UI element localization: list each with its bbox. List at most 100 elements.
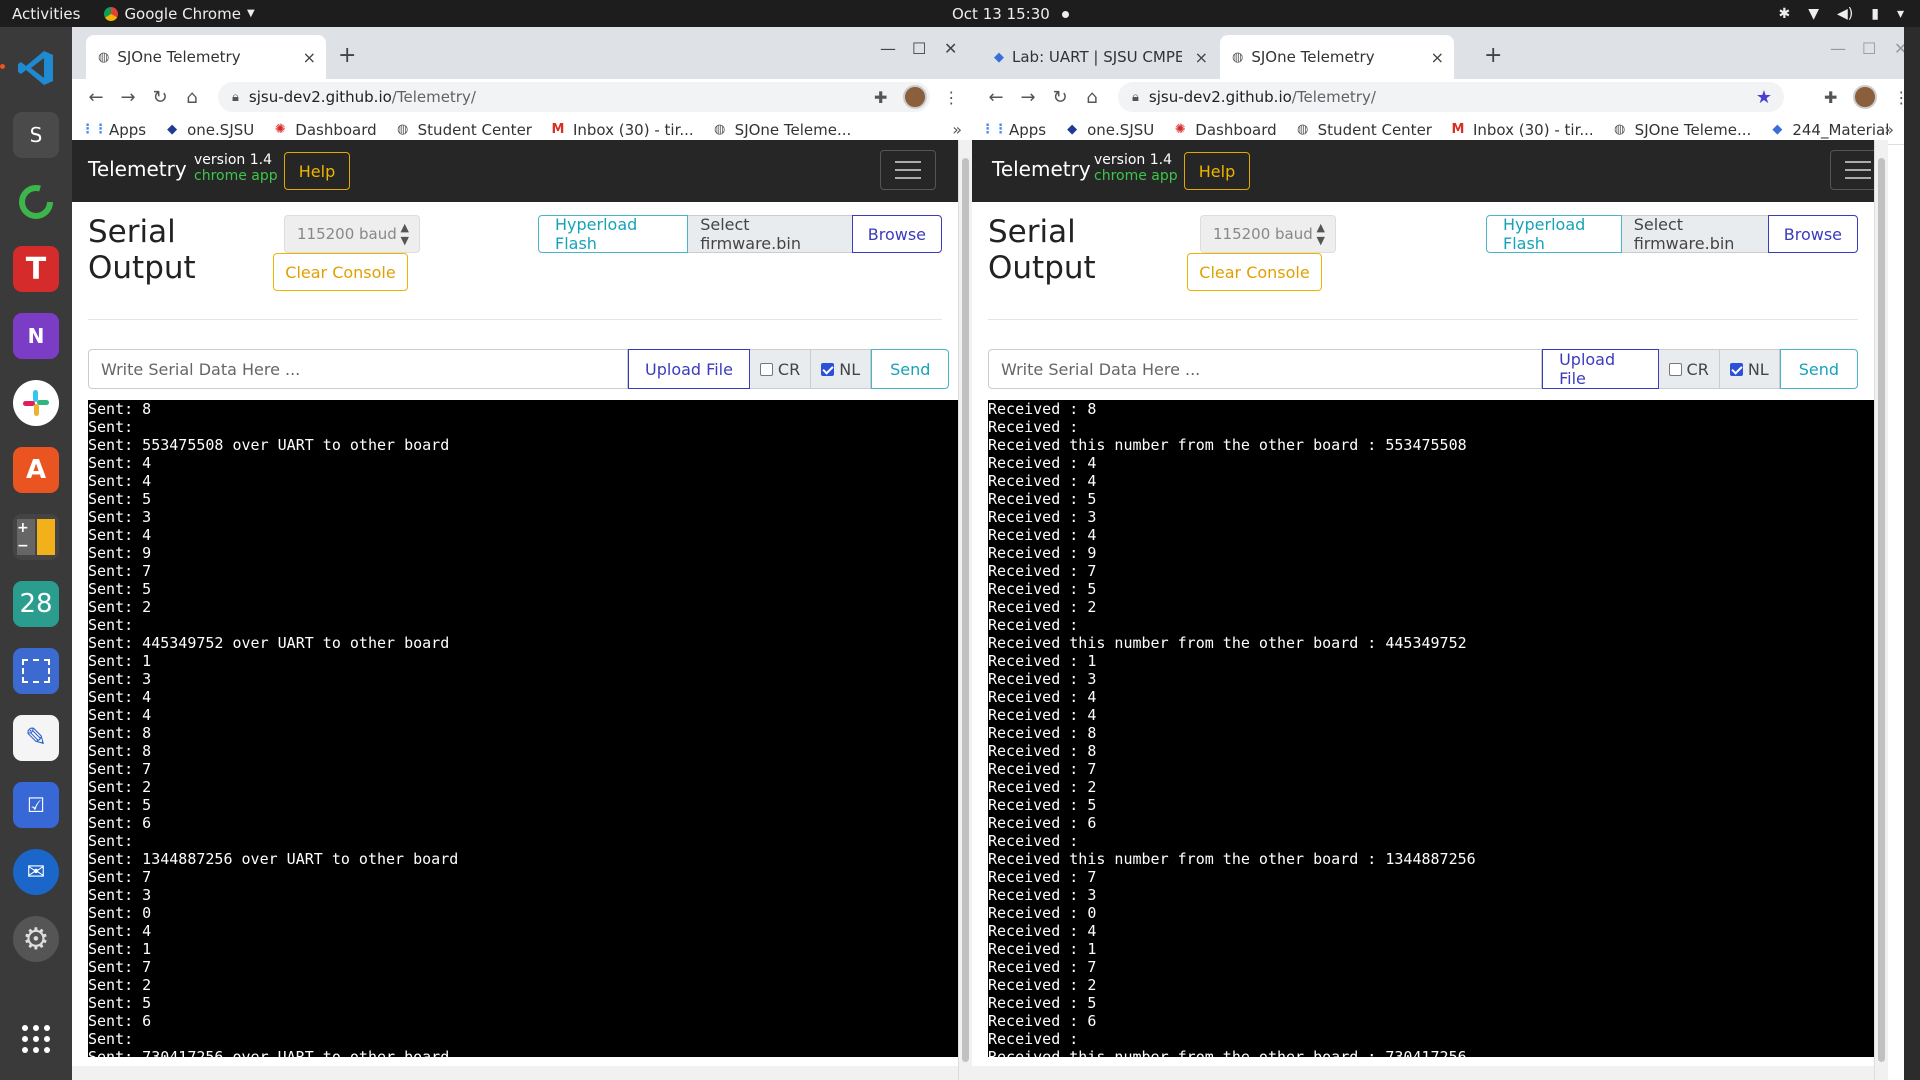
- clock[interactable]: Oct 13 15:30: [952, 5, 1069, 23]
- slack-s-icon[interactable]: S: [13, 112, 59, 158]
- bookmark-244-material[interactable]: ◆ 244_Material: [1769, 121, 1889, 139]
- send-button[interactable]: Send: [1779, 349, 1858, 389]
- todo-icon[interactable]: ☑: [13, 782, 59, 828]
- address-bar[interactable]: 🔒︎ sjsu-dev2.github.io/Telemetry/ ★: [1118, 82, 1784, 112]
- vertical-scrollbar[interactable]: [958, 140, 972, 1080]
- hamburger-menu-icon[interactable]: [880, 150, 936, 190]
- baud-select[interactable]: 115200 baud ▲ ▼: [1200, 215, 1336, 253]
- scrollbar-thumb[interactable]: [1878, 158, 1885, 1062]
- horizontal-scrollbar[interactable]: [72, 1066, 958, 1080]
- bookmark-student-center[interactable]: ◍ Student Center: [395, 121, 532, 139]
- bookmark-apps[interactable]: ⋮⋮ Apps: [81, 121, 146, 139]
- vscode-icon[interactable]: [0, 45, 59, 91]
- bookmark-dashboard[interactable]: ✺ Dashboard: [272, 121, 377, 139]
- bookmark-student-center[interactable]: ◍ Student Center: [1295, 121, 1432, 139]
- slack-icon[interactable]: [13, 380, 59, 426]
- reload-icon[interactable]: ↻: [144, 87, 176, 108]
- new-tab-icon[interactable]: +: [1484, 43, 1502, 68]
- bookmark-dashboard[interactable]: ✺ Dashboard: [1172, 121, 1277, 139]
- address-bar[interactable]: 🔒︎ sjsu-dev2.github.io/Telemetry/ ★: [218, 82, 930, 112]
- serial-input[interactable]: [988, 349, 1543, 389]
- bookmark-inbox[interactable]: M Inbox (30) - tir...: [550, 121, 694, 139]
- software-center-icon[interactable]: A: [13, 447, 59, 493]
- forward-icon[interactable]: →: [112, 87, 144, 108]
- home-icon[interactable]: ⌂: [176, 87, 208, 108]
- avatar[interactable]: [903, 85, 928, 109]
- clear-console-button[interactable]: Clear Console: [273, 253, 408, 291]
- cr-checkbox[interactable]: CR: [749, 349, 812, 389]
- thunderbird-icon[interactable]: ✉: [13, 849, 59, 895]
- app-menu[interactable]: Google Chrome ▼: [104, 5, 255, 23]
- close-tab-icon[interactable]: ×: [1195, 48, 1208, 67]
- extensions-icon[interactable]: ✚: [1824, 88, 1837, 107]
- browse-button[interactable]: Browse: [1767, 215, 1858, 253]
- browse-button[interactable]: Browse: [851, 215, 942, 253]
- close-tab-icon[interactable]: ×: [1431, 48, 1444, 67]
- tab-sjone-telemetry[interactable]: ◍ SJOne Telemetry ×: [86, 35, 326, 79]
- close-tab-icon[interactable]: ×: [303, 48, 316, 67]
- brand[interactable]: Telemetry: [88, 157, 187, 181]
- minimize-icon[interactable]: —: [1830, 39, 1846, 58]
- maximize-icon[interactable]: ☐: [1862, 39, 1876, 58]
- vertical-scrollbar[interactable]: [1874, 140, 1888, 1080]
- bookmark-sjone[interactable]: ◍ SJOne Teleme...: [1612, 121, 1751, 139]
- new-tab-icon[interactable]: +: [338, 43, 356, 68]
- clear-console-button[interactable]: Clear Console: [1187, 253, 1322, 291]
- hyperload-flash-button[interactable]: Hyperload Flash: [1486, 215, 1622, 253]
- bookmark-sjone[interactable]: ◍ SJOne Teleme...: [712, 121, 851, 139]
- more-bookmarks-icon[interactable]: »: [1884, 120, 1894, 139]
- bookmark-one-sjsu[interactable]: ◆ one.SJSU: [164, 121, 254, 139]
- reload-icon[interactable]: ↻: [1044, 87, 1076, 108]
- upload-file-button[interactable]: Upload File: [1542, 349, 1659, 389]
- onenote-icon[interactable]: N: [13, 313, 59, 359]
- nl-checkbox[interactable]: NL: [1719, 349, 1780, 389]
- back-icon[interactable]: ←: [80, 87, 112, 108]
- avatar[interactable]: [1853, 85, 1878, 109]
- layers-icon: ◆: [994, 49, 1004, 65]
- maximize-icon[interactable]: ☐: [912, 39, 926, 58]
- extensions-icon[interactable]: ✚: [874, 88, 887, 107]
- serial-input[interactable]: [88, 349, 628, 389]
- bookmark-inbox[interactable]: M Inbox (30) - tir...: [1450, 121, 1594, 139]
- cr-checkbox[interactable]: CR: [1658, 349, 1720, 389]
- cinnamon-icon[interactable]: [13, 179, 59, 225]
- send-button[interactable]: Send: [871, 349, 950, 389]
- calendar-icon[interactable]: 28: [13, 581, 59, 627]
- activities-button[interactable]: Activities: [12, 5, 80, 23]
- text-editor-icon[interactable]: ✎: [13, 715, 59, 761]
- serial-console[interactable]: Sent: 8 Sent: Sent: 553475508 over UART t…: [88, 400, 958, 1057]
- horizontal-scrollbar[interactable]: [972, 1066, 1874, 1080]
- system-tray[interactable]: ✱ ▼ ◀) ▮ ▾: [1779, 6, 1905, 22]
- brand[interactable]: Telemetry: [992, 157, 1091, 181]
- scrollbar-thumb[interactable]: [962, 158, 969, 1062]
- forward-icon[interactable]: →: [1012, 87, 1044, 108]
- menu-dots-icon[interactable]: ⋮: [1893, 88, 1904, 107]
- more-bookmarks-icon[interactable]: »: [952, 120, 962, 139]
- screenshot-icon[interactable]: [13, 648, 59, 694]
- bookmark-apps[interactable]: ⋮⋮ Apps: [981, 121, 1046, 139]
- bookmark-star-icon[interactable]: ★: [1756, 87, 1772, 108]
- help-button[interactable]: Help: [284, 152, 350, 190]
- bookmark-one-sjsu[interactable]: ◆ one.SJSU: [1064, 121, 1154, 139]
- minimize-icon[interactable]: —: [880, 39, 896, 58]
- canvas-icon: ✺: [274, 122, 286, 137]
- close-window-icon[interactable]: ✕: [1894, 39, 1904, 58]
- hyperload-flash-button[interactable]: Hyperload Flash: [538, 215, 689, 253]
- tab-sjone-telemetry[interactable]: ◍ SJOne Telemetry ×: [1220, 35, 1454, 79]
- home-icon[interactable]: ⌂: [1076, 87, 1108, 108]
- close-window-icon[interactable]: ✕: [944, 39, 957, 58]
- settings-icon[interactable]: ⚙: [13, 916, 59, 962]
- upload-file-button[interactable]: Upload File: [628, 349, 750, 389]
- back-icon[interactable]: ←: [980, 87, 1012, 108]
- console-line: Sent: 7: [88, 868, 152, 886]
- console-line: Received : 3: [988, 886, 1097, 904]
- tab-lab-uart[interactable]: ◆ Lab: UART | SJSU CMPE E ×: [982, 35, 1218, 79]
- show-applications-icon[interactable]: [13, 1016, 59, 1062]
- help-button[interactable]: Help: [1184, 152, 1250, 190]
- menu-dots-icon[interactable]: ⋮: [943, 88, 959, 107]
- serial-console[interactable]: Received : 8 Received : Received this num…: [988, 400, 1874, 1057]
- baud-select[interactable]: 115200 baud ▲ ▼: [284, 215, 420, 253]
- typora-icon[interactable]: T: [13, 246, 59, 292]
- nl-checkbox[interactable]: NL: [811, 349, 872, 389]
- calculator-icon[interactable]: + −: [13, 514, 59, 560]
